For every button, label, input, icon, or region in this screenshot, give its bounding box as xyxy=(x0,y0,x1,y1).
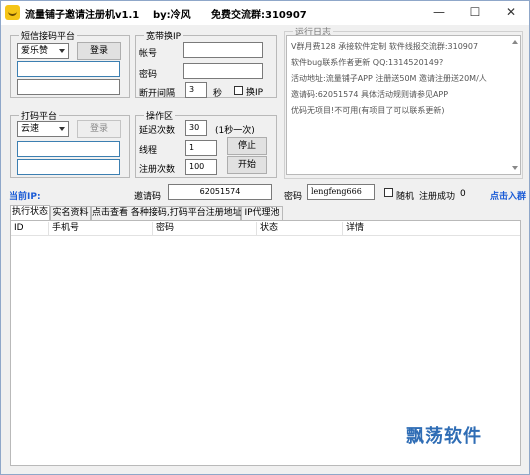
watermark-text: 飘荡软件 xyxy=(406,426,482,447)
join-group-link[interactable]: 点击入群 xyxy=(490,189,526,202)
runlog-line: 邀请码:62051574 具体活动规则请参见APP xyxy=(291,90,449,99)
start-button[interactable]: 开始 xyxy=(227,156,267,174)
sms-platform-select[interactable]: 爱乐赞 xyxy=(17,43,69,59)
main-window: 流量铺子邀请注册机v1.1 by:冷风 免费交流群:310907 — ☐ ✕ 短… xyxy=(0,0,530,475)
tab-platform-links[interactable]: 点击查看 各种接码,打码平台注册地址 xyxy=(91,206,242,220)
stop-button[interactable]: 停止 xyxy=(227,137,267,155)
captcha-password-field[interactable] xyxy=(17,159,120,175)
scroll-down-icon[interactable] xyxy=(512,166,518,170)
runlog-line: V群月费128 承接软件定制 软件线报交流群:310907 xyxy=(291,42,479,51)
column-header-status[interactable]: 状态 xyxy=(257,222,343,235)
sms-platform-group: 短信接码平台 爱乐赞 登录 xyxy=(10,29,130,98)
runlog-line: 优码无项目!不可用(有项目了可以联系更新) xyxy=(291,106,445,115)
scroll-up-icon[interactable] xyxy=(512,40,518,44)
invite-code-label: 邀请码 xyxy=(134,192,162,202)
column-header-id[interactable]: ID xyxy=(11,222,49,235)
default-password-label: 密码 xyxy=(284,192,303,202)
runlog-line: 软件bug联系作者更新 QQ:1314520149? xyxy=(291,58,444,67)
success-label: 注册成功 xyxy=(419,192,456,202)
default-password-field[interactable]: lengfeng666 xyxy=(307,184,375,200)
captcha-platform-select[interactable]: 云速 xyxy=(17,121,69,137)
captcha-platform-group: 打码平台 云速 登录 xyxy=(10,109,130,178)
proxy-password-field[interactable] xyxy=(183,63,263,79)
chevron-down-icon xyxy=(59,49,65,53)
proxy-group: 宽带换IP 帐号 密码 断开间隔 3 秒 换IP xyxy=(135,29,277,99)
captcha-login-button[interactable]: 登录 xyxy=(77,120,121,138)
tab-ip-proxy-pool[interactable]: IP代理池 xyxy=(241,206,283,220)
delay-field[interactable]: 30 xyxy=(185,120,207,136)
delay-label: 延迟次数 xyxy=(139,126,176,136)
register-count-label: 注册次数 xyxy=(139,165,176,175)
chevron-down-icon xyxy=(59,127,65,131)
interval-field[interactable]: 3 xyxy=(185,82,207,98)
sms-platform-selected: 爱乐赞 xyxy=(21,46,49,56)
threads-label: 线程 xyxy=(139,146,158,156)
seconds-label: 秒 xyxy=(213,89,223,99)
title-bar[interactable]: 流量铺子邀请注册机v1.1 by:冷风 免费交流群:310907 — ☐ ✕ xyxy=(1,1,529,25)
sms-account-field[interactable] xyxy=(17,61,120,77)
invite-code-field[interactable]: 62051574 xyxy=(168,184,272,200)
success-count: 0 xyxy=(460,189,466,199)
app-title: 流量铺子邀请注册机v1.1 xyxy=(25,10,140,21)
runlog-textbox[interactable]: V群月费128 承接软件定制 软件线报交流群:310907 软件bug联系作者更… xyxy=(286,35,521,175)
captcha-account-field[interactable] xyxy=(17,141,120,157)
column-header-details[interactable]: 详情 xyxy=(343,222,520,235)
proxy-legend: 宽带换IP xyxy=(144,29,184,42)
random-label: 随机 xyxy=(396,192,415,202)
app-smiley-icon xyxy=(5,5,20,20)
interval-label: 断开间隔 xyxy=(139,89,176,99)
close-button[interactable]: ✕ xyxy=(493,1,529,25)
maximize-button[interactable]: ☐ xyxy=(457,1,493,25)
table-header: ID 手机号 密码 状态 详情 xyxy=(11,221,520,236)
sms-platform-legend: 短信接码平台 xyxy=(19,29,78,42)
proxy-account-label: 帐号 xyxy=(139,49,158,59)
operation-legend: 操作区 xyxy=(144,109,176,122)
switch-ip-checkbox[interactable] xyxy=(234,86,243,95)
switch-ip-label: 换IP xyxy=(246,88,264,98)
column-header-password[interactable]: 密码 xyxy=(153,222,257,235)
threads-field[interactable]: 1 xyxy=(185,140,217,156)
register-count-field[interactable]: 100 xyxy=(185,159,217,175)
column-header-phone[interactable]: 手机号 xyxy=(49,222,153,235)
tab-realname-data[interactable]: 实名资料 xyxy=(50,206,91,220)
proxy-account-field[interactable] xyxy=(183,42,263,58)
sms-login-button[interactable]: 登录 xyxy=(77,42,121,60)
operation-group: 操作区 延迟次数 30 (1秒一次) 线程 1 停止 注册次数 100 开始 xyxy=(135,109,277,178)
author-label: by:冷风 xyxy=(153,10,191,21)
captcha-platform-selected: 云速 xyxy=(21,124,40,134)
delay-hint: (1秒一次) xyxy=(215,126,255,136)
random-checkbox[interactable] xyxy=(384,188,393,197)
current-ip-label: 当前IP: xyxy=(9,192,41,202)
sms-password-field[interactable] xyxy=(17,79,120,95)
group-label: 免费交流群:310907 xyxy=(211,10,307,21)
runlog-line: 活动地址:流量铺子APP 注册送50M 邀请注册送20M/人 xyxy=(291,74,487,83)
proxy-password-label: 密码 xyxy=(139,70,158,80)
tab-execution-status[interactable]: 执行状态 xyxy=(10,205,50,221)
minimize-button[interactable]: — xyxy=(421,1,457,25)
